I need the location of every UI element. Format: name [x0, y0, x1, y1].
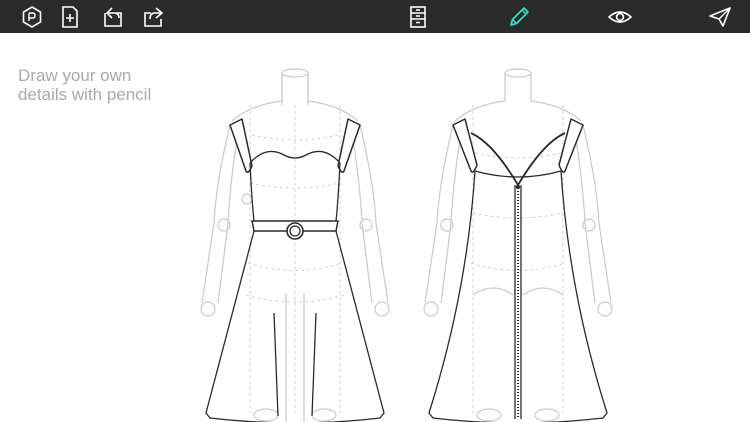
layers-button[interactable]	[402, 0, 434, 33]
undo-button[interactable]	[97, 0, 129, 33]
front-view-sketch	[190, 33, 400, 422]
hexagon-logo-icon	[22, 5, 42, 28]
drawing-canvas[interactable]	[0, 33, 750, 422]
export-button[interactable]	[137, 0, 169, 33]
paper-plane-icon	[709, 6, 731, 27]
front-logo-badge	[241, 193, 253, 205]
undo-arrow-icon	[104, 6, 122, 27]
share-export-icon	[144, 6, 164, 27]
top-toolbar	[0, 0, 750, 33]
eye-icon	[607, 10, 633, 23]
new-file-button[interactable]	[54, 0, 86, 33]
send-button[interactable]	[704, 0, 736, 33]
pencil-icon	[510, 6, 529, 26]
logo-button[interactable]	[16, 0, 48, 33]
preview-button[interactable]	[604, 0, 636, 33]
back-dress-sketch	[423, 68, 613, 422]
back-dress	[428, 118, 608, 422]
back-view-sketch	[413, 33, 623, 422]
pencil-button[interactable]	[503, 0, 535, 33]
layers-list-icon	[410, 5, 426, 28]
front-mannequin-guide	[200, 68, 390, 422]
front-dress-sketch	[200, 68, 390, 422]
new-file-plus-icon	[62, 5, 78, 28]
